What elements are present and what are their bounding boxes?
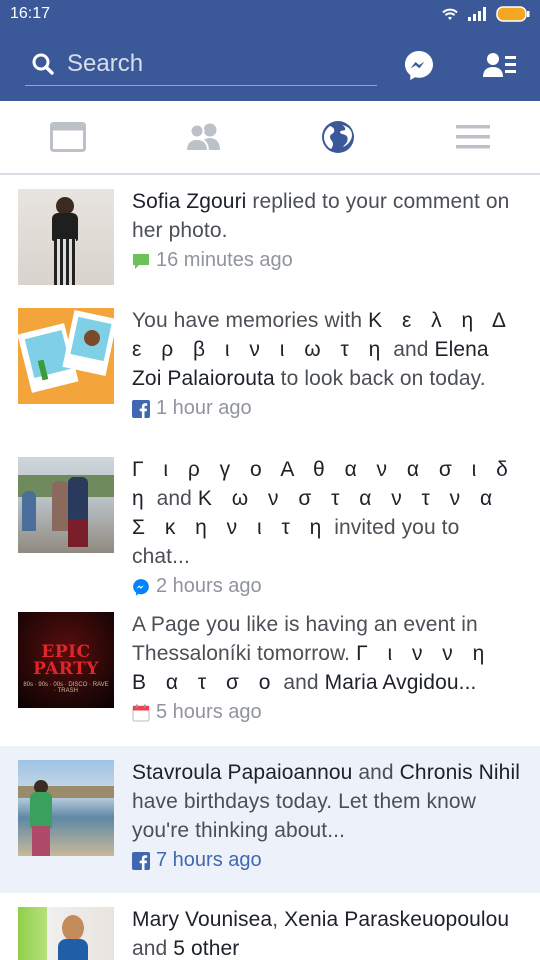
notification-body: Stavroula Papaioannou and Chronis Nihil …: [132, 758, 522, 893]
notification-body: You have memories with Κ ε λ η Δ ε ρ β ι…: [132, 306, 522, 443]
actor-name: 5 other: [173, 937, 240, 960]
search-box[interactable]: [25, 42, 377, 86]
event-caption: 80s · 90s · 00s · DISCO · RAVE · TRASH: [23, 682, 109, 694]
messenger-icon: [132, 578, 150, 596]
notification-meta: 5 hours ago: [132, 701, 522, 724]
calendar-icon: [132, 704, 150, 722]
facebook-icon: [132, 399, 150, 418]
notification-meta: 2 hours ago: [132, 575, 522, 598]
status-time: 16:17: [10, 5, 51, 22]
globe-icon: [321, 121, 354, 153]
wifi-icon: [442, 8, 458, 20]
search-input[interactable]: [67, 49, 367, 78]
notification-text: A Page you like is having an event in Th…: [132, 613, 492, 694]
profile-thumbnail: [18, 189, 114, 285]
notification-time: 2 hours ago: [156, 575, 262, 597]
profile-thumbnail: [18, 457, 114, 553]
notification-item[interactable]: You have memories with Κ ε λ η Δ ε ρ β ι…: [0, 294, 540, 443]
event-title: EPIC PARTY: [33, 642, 99, 679]
actor-name: Xenia Paraskeuopoulou: [284, 908, 510, 931]
actor-name: Mary Vounisea: [132, 908, 273, 931]
hamburger-icon: [455, 125, 490, 149]
notification-body: Γ ι ρ γ ο Α θ α ν α σ ι δ η and Κ ω ν σ …: [132, 455, 522, 598]
comment-icon: [132, 252, 150, 270]
tab-news-feed[interactable]: [0, 101, 135, 173]
status-icons: [440, 6, 530, 22]
tab-friend-requests[interactable]: [135, 101, 270, 173]
tab-menu[interactable]: [405, 101, 540, 173]
top-bar: [0, 28, 540, 101]
notification-item[interactable]: Sofia Zgouri replied to your comment on …: [0, 175, 540, 294]
notification-time: 1 hour ago: [156, 397, 252, 419]
notification-text: Mary Vounisea, Xenia Paraskeuopoulou and…: [132, 908, 510, 960]
notification-item[interactable]: Γ ι ρ γ ο Α θ α ν α σ ι δ η and Κ ω ν σ …: [0, 443, 540, 598]
tab-notifications[interactable]: [270, 101, 405, 173]
notification-time: 16 minutes ago: [156, 249, 293, 271]
notification-text: You have memories with Κ ε λ η Δ ε ρ β ι…: [132, 309, 512, 390]
notification-time: 7 hours ago: [156, 849, 262, 871]
notification-body: Sofia Zgouri replied to your comment on …: [132, 187, 522, 294]
notification-meta: 7 hours ago: [132, 849, 522, 872]
facebook-icon: [132, 851, 150, 870]
notification-body: A Page you like is having an event in Th…: [132, 610, 522, 746]
contacts-icon: [483, 53, 516, 77]
notification-body: Mary Vounisea, Xenia Paraskeuopoulou and…: [132, 905, 522, 960]
memories-thumbnail: [18, 308, 114, 404]
actor-name: Stavroula Papaioannou: [132, 761, 353, 784]
notification-text: Stavroula Papaioannou and Chronis Nihil …: [132, 761, 520, 842]
notification-text: Γ ι ρ γ ο Α θ α ν α σ ι δ η and Κ ω ν σ …: [132, 458, 515, 568]
news-feed-icon: [49, 122, 86, 152]
status-bar: 16:17: [0, 0, 540, 28]
tab-bar: [0, 101, 540, 175]
event-thumbnail: EPIC PARTY 80s · 90s · 00s · DISCO · RAV…: [18, 612, 114, 708]
notification-meta: 1 hour ago: [132, 397, 522, 420]
signal-icon: [468, 7, 486, 21]
profile-thumbnail: [18, 907, 114, 960]
actor-name: Chronis Nihil: [399, 761, 520, 784]
notification-text: Sofia Zgouri replied to your comment on …: [132, 190, 510, 242]
people-icon: [184, 123, 220, 152]
notification-item[interactable]: Mary Vounisea, Xenia Paraskeuopoulou and…: [0, 893, 540, 960]
profile-thumbnail: [18, 760, 114, 856]
messenger-button[interactable]: [402, 48, 436, 82]
messenger-icon: [405, 51, 433, 80]
notification-meta: 16 minutes ago: [132, 249, 522, 272]
notification-item[interactable]: EPIC PARTY 80s · 90s · 00s · DISCO · RAV…: [0, 598, 540, 746]
notification-item[interactable]: Stavroula Papaioannou and Chronis Nihil …: [0, 746, 540, 893]
battery-icon: [496, 6, 530, 22]
notifications-list: Sofia Zgouri replied to your comment on …: [0, 175, 540, 960]
friend-requests-button[interactable]: [483, 48, 517, 82]
search-icon: [32, 53, 54, 75]
actor-name: Maria Avgidou...: [324, 671, 477, 694]
actor-name: Sofia Zgouri: [132, 190, 247, 213]
notification-time: 5 hours ago: [156, 701, 262, 723]
